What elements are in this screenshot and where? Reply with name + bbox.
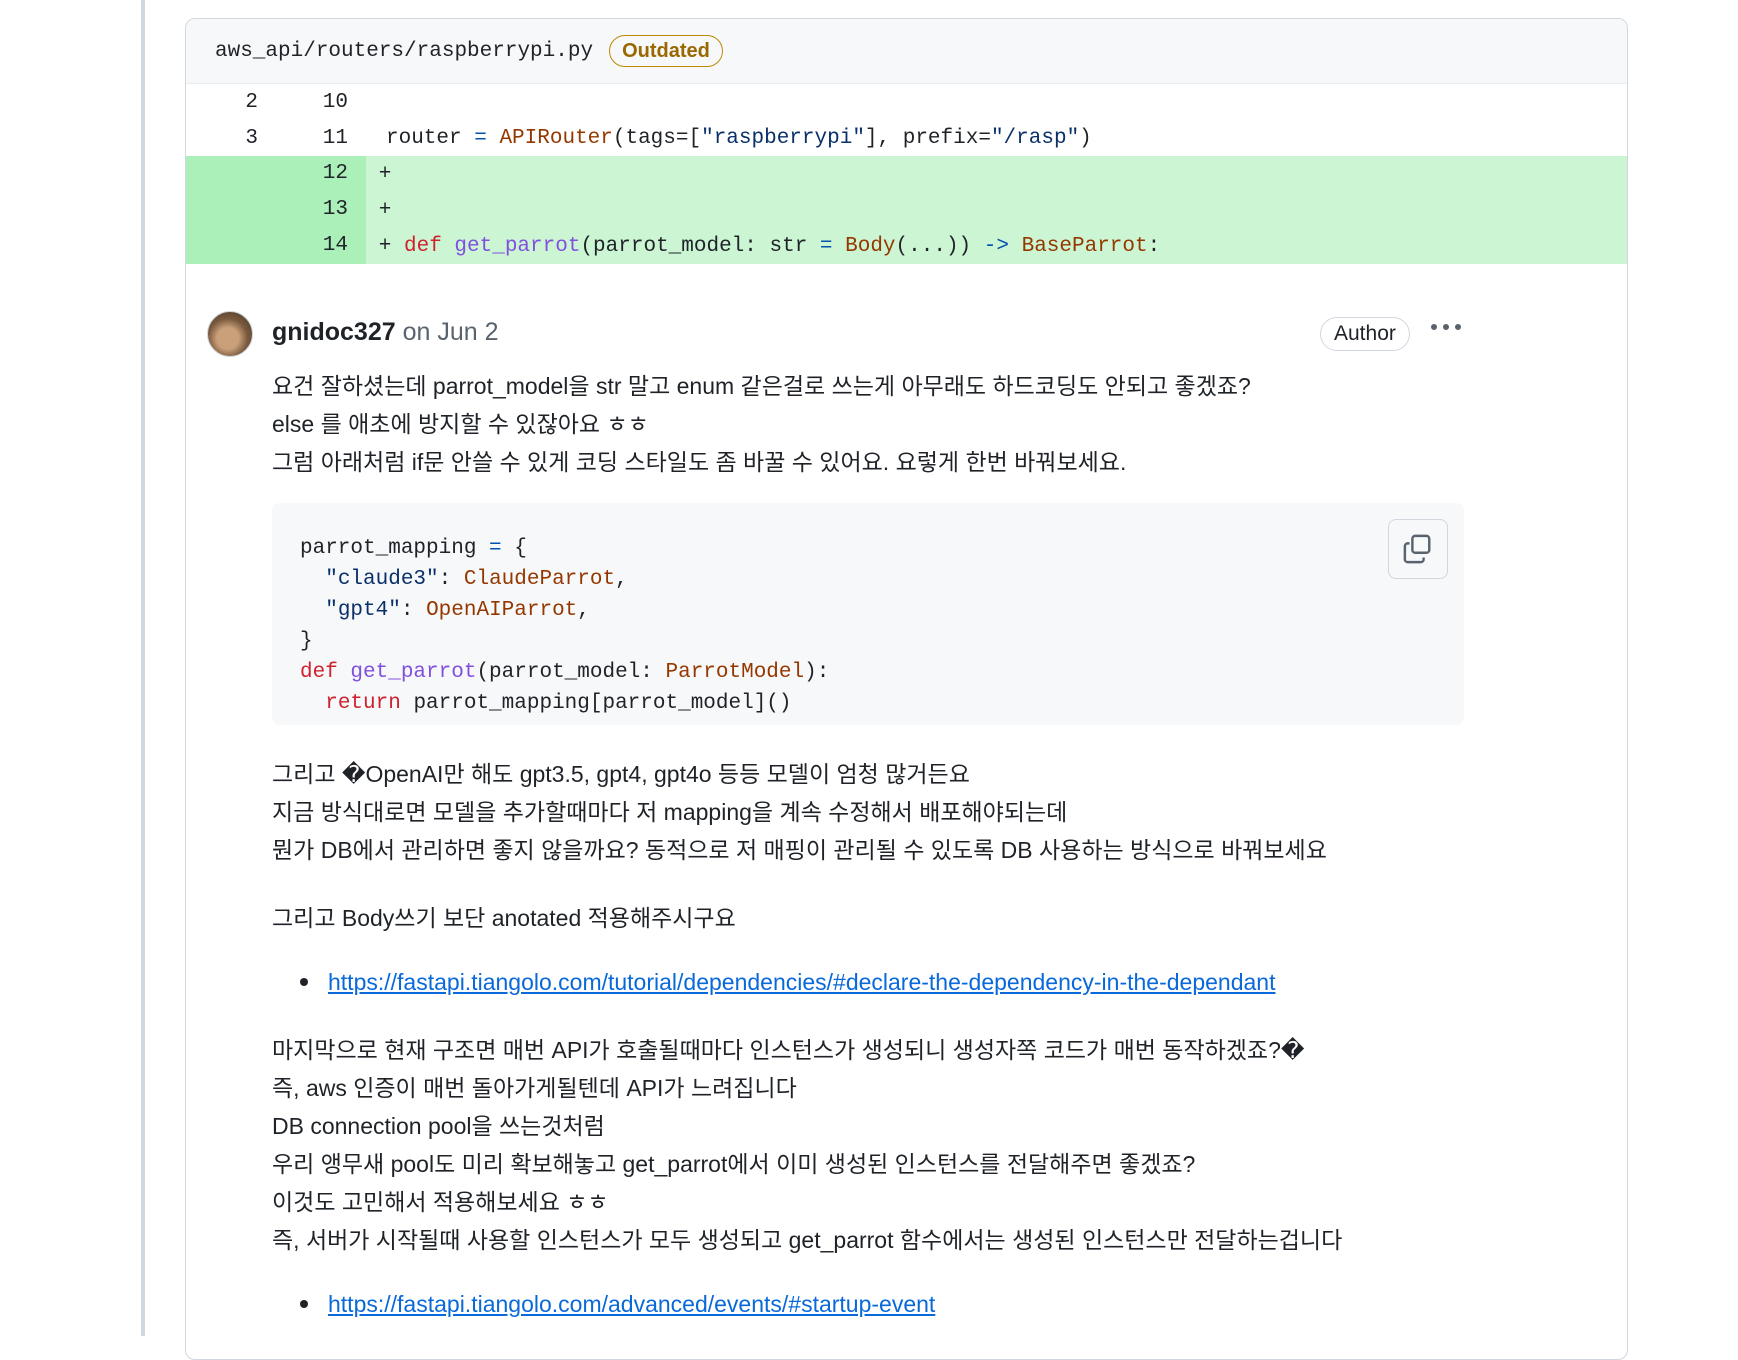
comment-text: 마지막으로 현재 구조면 매번 API가 호출될때마다 인스턴스가 생성되니 생… xyxy=(272,1037,1305,1063)
old-line-number[interactable]: 3 xyxy=(186,127,258,150)
copy-button[interactable] xyxy=(1388,519,1448,579)
comment-text: 이것도 고민해서 적용해보세요 ㅎㅎ xyxy=(272,1189,609,1215)
more-options-icon[interactable] xyxy=(1426,317,1466,337)
diff-row-added: 13 + xyxy=(186,192,1627,228)
file-path-link[interactable]: aws_api/routers/raspberrypi.py xyxy=(215,40,593,63)
outdated-badge: Outdated xyxy=(609,35,723,67)
new-line-number[interactable]: 12 xyxy=(186,156,366,192)
file-header: aws_api/routers/raspberrypi.py Outdated xyxy=(186,19,1627,84)
new-line-number[interactable]: 14 xyxy=(186,228,366,264)
comment-text: 즉, aws 인증이 매번 돌아가게될텐데 API가 느려집니다 xyxy=(272,1075,797,1101)
copy-icon xyxy=(1403,534,1431,564)
bullet xyxy=(300,1300,308,1308)
author-name-link[interactable]: gnidoc327 xyxy=(272,318,396,346)
comment-text: 그리고 Body쓰기 보단 anotated 적용해주시구요 xyxy=(272,905,736,931)
new-line-number[interactable]: 11 xyxy=(258,127,348,150)
new-line-number[interactable]: 10 xyxy=(258,91,348,114)
diff-row-added: 12 + xyxy=(186,156,1627,192)
author-badge: Author xyxy=(1320,317,1410,351)
diff-marker: + xyxy=(378,234,392,258)
code-block: parrot_mapping = { "claude3": ClaudeParr… xyxy=(272,503,1464,725)
comment-body: 요건 잘하셨는데 parrot_model을 str 말고 enum 같은걸로 … xyxy=(272,367,1627,1323)
comment-text: 즉, 서버가 시작될때 사용할 인스턴스가 모두 생성되고 get_parrot… xyxy=(272,1227,1343,1253)
comment-text: 그리고 �OpenAI만 해도 gpt3.5, gpt4, gpt4o 등등 모… xyxy=(272,761,970,787)
timeline-rail xyxy=(141,0,145,1336)
comment-text: 요건 잘하셨는데 parrot_model을 str 말고 enum 같은걸로 … xyxy=(272,373,1251,399)
comment-text: 지금 방식대로면 모델을 추가할때마다 저 mapping을 계속 수정해서 배… xyxy=(272,799,1068,825)
code-line: router = APIRouter(tags=["raspberrypi"],… xyxy=(386,126,1092,150)
comment-text: 그럼 아래처럼 if문 안쓸 수 있게 코딩 스타일도 좀 바꿀 수 있어요. … xyxy=(272,449,1127,475)
avatar[interactable] xyxy=(207,311,253,357)
review-thread: aws_api/routers/raspberrypi.py Outdated … xyxy=(185,18,1628,1360)
new-line-number[interactable]: 13 xyxy=(186,192,366,228)
diff-row: 2 10 xyxy=(186,84,1627,120)
diff-marker: + xyxy=(378,198,392,222)
comment-text: else 를 애초에 방지할 수 있잖아요 ㅎㅎ xyxy=(272,411,649,437)
list-item: https://fastapi.tiangolo.com/advanced/ev… xyxy=(300,1285,1627,1323)
diff-row-added: 14 + def get_parrot(parrot_model: str = … xyxy=(186,228,1627,264)
code-line: def get_parrot(parrot_model: str = Body(… xyxy=(404,234,1161,258)
docs-link[interactable]: https://fastapi.tiangolo.com/advanced/ev… xyxy=(328,1285,935,1323)
old-line-number[interactable]: 2 xyxy=(186,91,258,114)
diff-row: 3 11 router = APIRouter(tags=["raspberry… xyxy=(186,120,1627,156)
diff-marker: + xyxy=(378,162,392,186)
docs-link[interactable]: https://fastapi.tiangolo.com/tutorial/de… xyxy=(328,963,1275,1001)
comment-date-link[interactable]: on Jun 2 xyxy=(403,318,499,346)
list-item: https://fastapi.tiangolo.com/tutorial/de… xyxy=(300,963,1627,1001)
bullet xyxy=(300,978,308,986)
comment-text: 뭔가 DB에서 관리하면 좋지 않을까요? 동적으로 저 매핑이 관리될 수 있… xyxy=(272,837,1327,863)
diff-hunk: 2 10 3 11 router = APIRouter(tags=["rasp… xyxy=(186,84,1627,264)
comment-text: 우리 앵무새 pool도 미리 확보해놓고 get_parrot에서 이미 생성… xyxy=(272,1151,1196,1177)
comment-header: gnidoc327 on Jun 2 xyxy=(272,318,499,347)
comment-text: DB connection pool을 쓰는것처럼 xyxy=(272,1113,605,1139)
